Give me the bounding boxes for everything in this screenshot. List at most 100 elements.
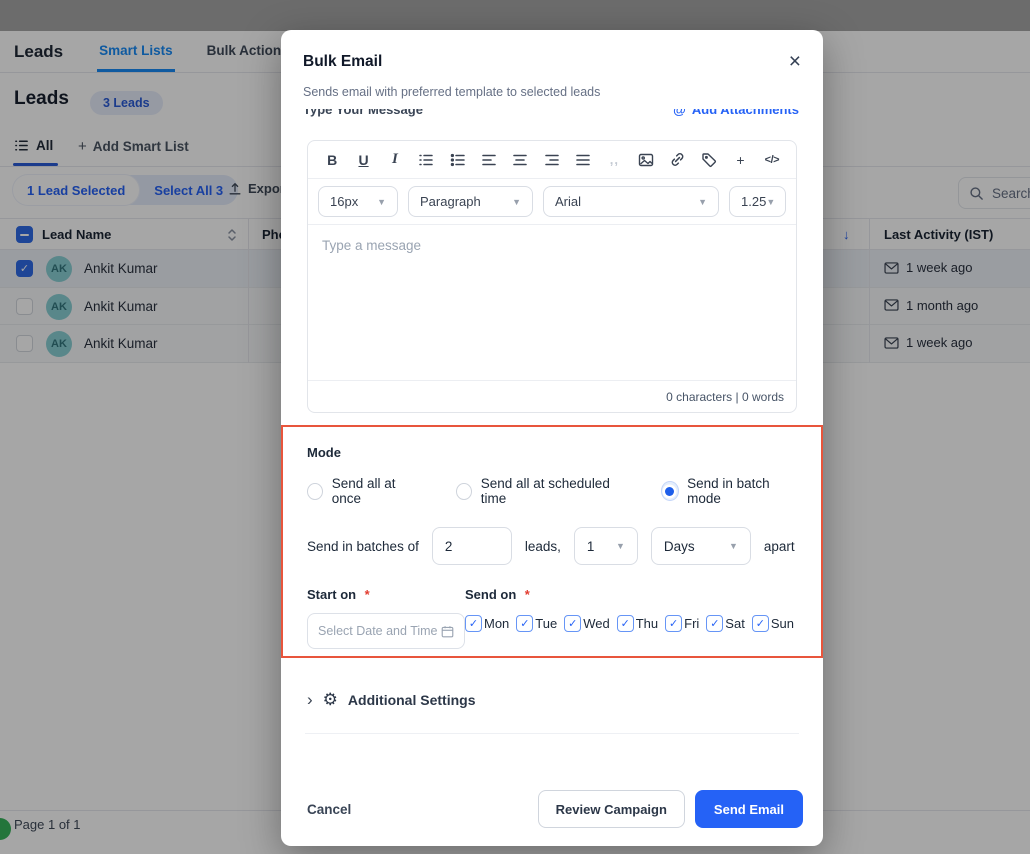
editor-toolbar: B U I xyxy=(308,141,796,179)
bulk-email-modal: Bulk Email × Sends email with preferred … xyxy=(281,30,823,846)
font-family-select[interactable]: Arial ▼ xyxy=(543,186,719,217)
send-on-label: Send on xyxy=(465,587,516,602)
send-on-days-group: Mon Tue Wed Thu Fri Sat Sun xyxy=(465,615,801,632)
day-checkbox-sat[interactable]: Sat xyxy=(706,615,745,632)
chevron-down-icon: ▼ xyxy=(377,197,386,207)
tag-icon[interactable] xyxy=(701,151,717,168)
attachment-icon: @ xyxy=(673,109,686,119)
interval-unit: Days xyxy=(664,539,695,554)
chevron-down-icon: ▼ xyxy=(512,197,521,207)
quote-icon[interactable]: ,, xyxy=(606,151,622,168)
interval-value: 1 xyxy=(587,539,595,554)
day-label: Thu xyxy=(636,616,658,631)
font-family-value: Arial xyxy=(555,194,581,209)
batch-size-input[interactable]: 2 xyxy=(432,527,512,565)
ordered-list-icon[interactable] xyxy=(418,151,434,168)
italic-icon[interactable]: I xyxy=(387,151,403,168)
required-mark: * xyxy=(365,587,370,602)
message-label: Type Your Message xyxy=(303,109,423,119)
mode-label: Mode xyxy=(307,445,797,460)
day-label: Wed xyxy=(583,616,610,631)
day-label: Sun xyxy=(771,616,794,631)
checkbox-checked-icon xyxy=(516,615,533,632)
character-counter: 0 characters | 0 words xyxy=(308,381,796,412)
required-mark: * xyxy=(525,587,530,602)
modal-title: Bulk Email xyxy=(303,53,382,71)
checkbox-checked-icon xyxy=(465,615,482,632)
radio-label: Send all at once xyxy=(332,476,420,506)
modal-footer: Cancel Review Campaign Send Email xyxy=(307,790,803,828)
checkbox-checked-icon xyxy=(752,615,769,632)
font-size-select[interactable]: 16px ▼ xyxy=(318,186,398,217)
chevron-right-icon: › xyxy=(307,693,313,707)
day-checkbox-wed[interactable]: Wed xyxy=(564,615,610,632)
gear-icon: ⚙ xyxy=(323,690,338,710)
cancel-button[interactable]: Cancel xyxy=(307,802,351,817)
add-attachments-label: Add Attachments xyxy=(692,109,799,119)
batch-prefix-text: Send in batches of xyxy=(307,539,419,554)
chevron-down-icon: ▼ xyxy=(729,541,738,551)
batch-leads-text: leads, xyxy=(525,539,561,554)
chevron-down-icon: ▼ xyxy=(766,197,775,207)
day-label: Tue xyxy=(535,616,557,631)
message-textarea[interactable]: Type a message xyxy=(308,225,796,381)
modal-subtitle: Sends email with preferred template to s… xyxy=(303,85,600,99)
day-checkbox-thu[interactable]: Thu xyxy=(617,615,658,632)
message-label-row: Type Your Message @ Add Attachments xyxy=(303,109,799,123)
code-icon[interactable]: </> xyxy=(764,151,780,168)
app-root: Leads Smart Lists Bulk Actions Restore L… xyxy=(0,0,1030,854)
line-height-select[interactable]: 1.25 ▼ xyxy=(729,186,786,217)
additional-settings-toggle[interactable]: › ⚙ Additional Settings xyxy=(307,690,475,710)
date-placeholder: Select Date and Time xyxy=(318,624,438,638)
font-size-value: 16px xyxy=(330,194,358,209)
bullet-list-icon[interactable] xyxy=(449,151,465,168)
interval-unit-select[interactable]: Days ▼ xyxy=(651,527,751,565)
mode-section-highlighted: Mode Send all at once Send all at schedu… xyxy=(281,425,823,658)
start-date-input[interactable]: Select Date and Time xyxy=(307,613,465,649)
radio-send-in-batch-mode[interactable]: Send in batch mode xyxy=(662,476,797,506)
checkbox-checked-icon xyxy=(665,615,682,632)
radio-send-at-scheduled-time[interactable]: Send all at scheduled time xyxy=(456,476,626,506)
additional-settings-label: Additional Settings xyxy=(348,692,476,708)
radio-icon xyxy=(307,483,323,500)
mode-radio-group: Send all at once Send all at scheduled t… xyxy=(307,476,797,506)
send-email-button[interactable]: Send Email xyxy=(695,790,803,828)
checkbox-checked-icon xyxy=(706,615,723,632)
day-checkbox-mon[interactable]: Mon xyxy=(465,615,509,632)
day-checkbox-sun[interactable]: Sun xyxy=(752,615,794,632)
radio-label: Send in batch mode xyxy=(687,476,797,506)
review-campaign-button[interactable]: Review Campaign xyxy=(538,790,685,828)
interval-value-select[interactable]: 1 ▼ xyxy=(574,527,638,565)
schedule-row: Start on * Select Date and Time xyxy=(307,586,797,649)
day-label: Fri xyxy=(684,616,699,631)
calendar-icon xyxy=(441,625,454,638)
day-label: Mon xyxy=(484,616,509,631)
add-attachments-button[interactable]: @ Add Attachments xyxy=(673,109,799,119)
image-icon[interactable] xyxy=(638,151,654,168)
align-left-icon[interactable] xyxy=(481,151,497,168)
batch-suffix-text: apart xyxy=(764,539,795,554)
radio-send-all-at-once[interactable]: Send all at once xyxy=(307,476,420,506)
close-icon[interactable]: × xyxy=(789,52,801,72)
radio-label: Send all at scheduled time xyxy=(481,476,626,506)
bold-icon[interactable]: B xyxy=(324,151,340,168)
plus-icon[interactable]: + xyxy=(732,151,748,168)
batch-settings-row: Send in batches of 2 leads, 1 ▼ Days ▼ a… xyxy=(307,527,797,565)
align-right-icon[interactable] xyxy=(544,151,560,168)
align-justify-icon[interactable] xyxy=(575,151,591,168)
paragraph-style-value: Paragraph xyxy=(420,194,481,209)
chevron-down-icon: ▼ xyxy=(616,541,625,551)
editor-format-row: 16px ▼ Paragraph ▼ Arial ▼ 1.25 ▼ xyxy=(308,179,796,225)
day-checkbox-fri[interactable]: Fri xyxy=(665,615,699,632)
underline-icon[interactable]: U xyxy=(355,151,371,168)
start-on-label: Start on xyxy=(307,587,356,602)
radio-icon xyxy=(456,483,472,500)
divider xyxy=(305,733,799,734)
paragraph-style-select[interactable]: Paragraph ▼ xyxy=(408,186,533,217)
align-center-icon[interactable] xyxy=(512,151,528,168)
chevron-down-icon: ▼ xyxy=(698,197,707,207)
link-icon[interactable] xyxy=(669,151,686,168)
day-checkbox-tue[interactable]: Tue xyxy=(516,615,557,632)
radio-selected-icon xyxy=(662,482,678,500)
checkbox-checked-icon xyxy=(617,615,634,632)
